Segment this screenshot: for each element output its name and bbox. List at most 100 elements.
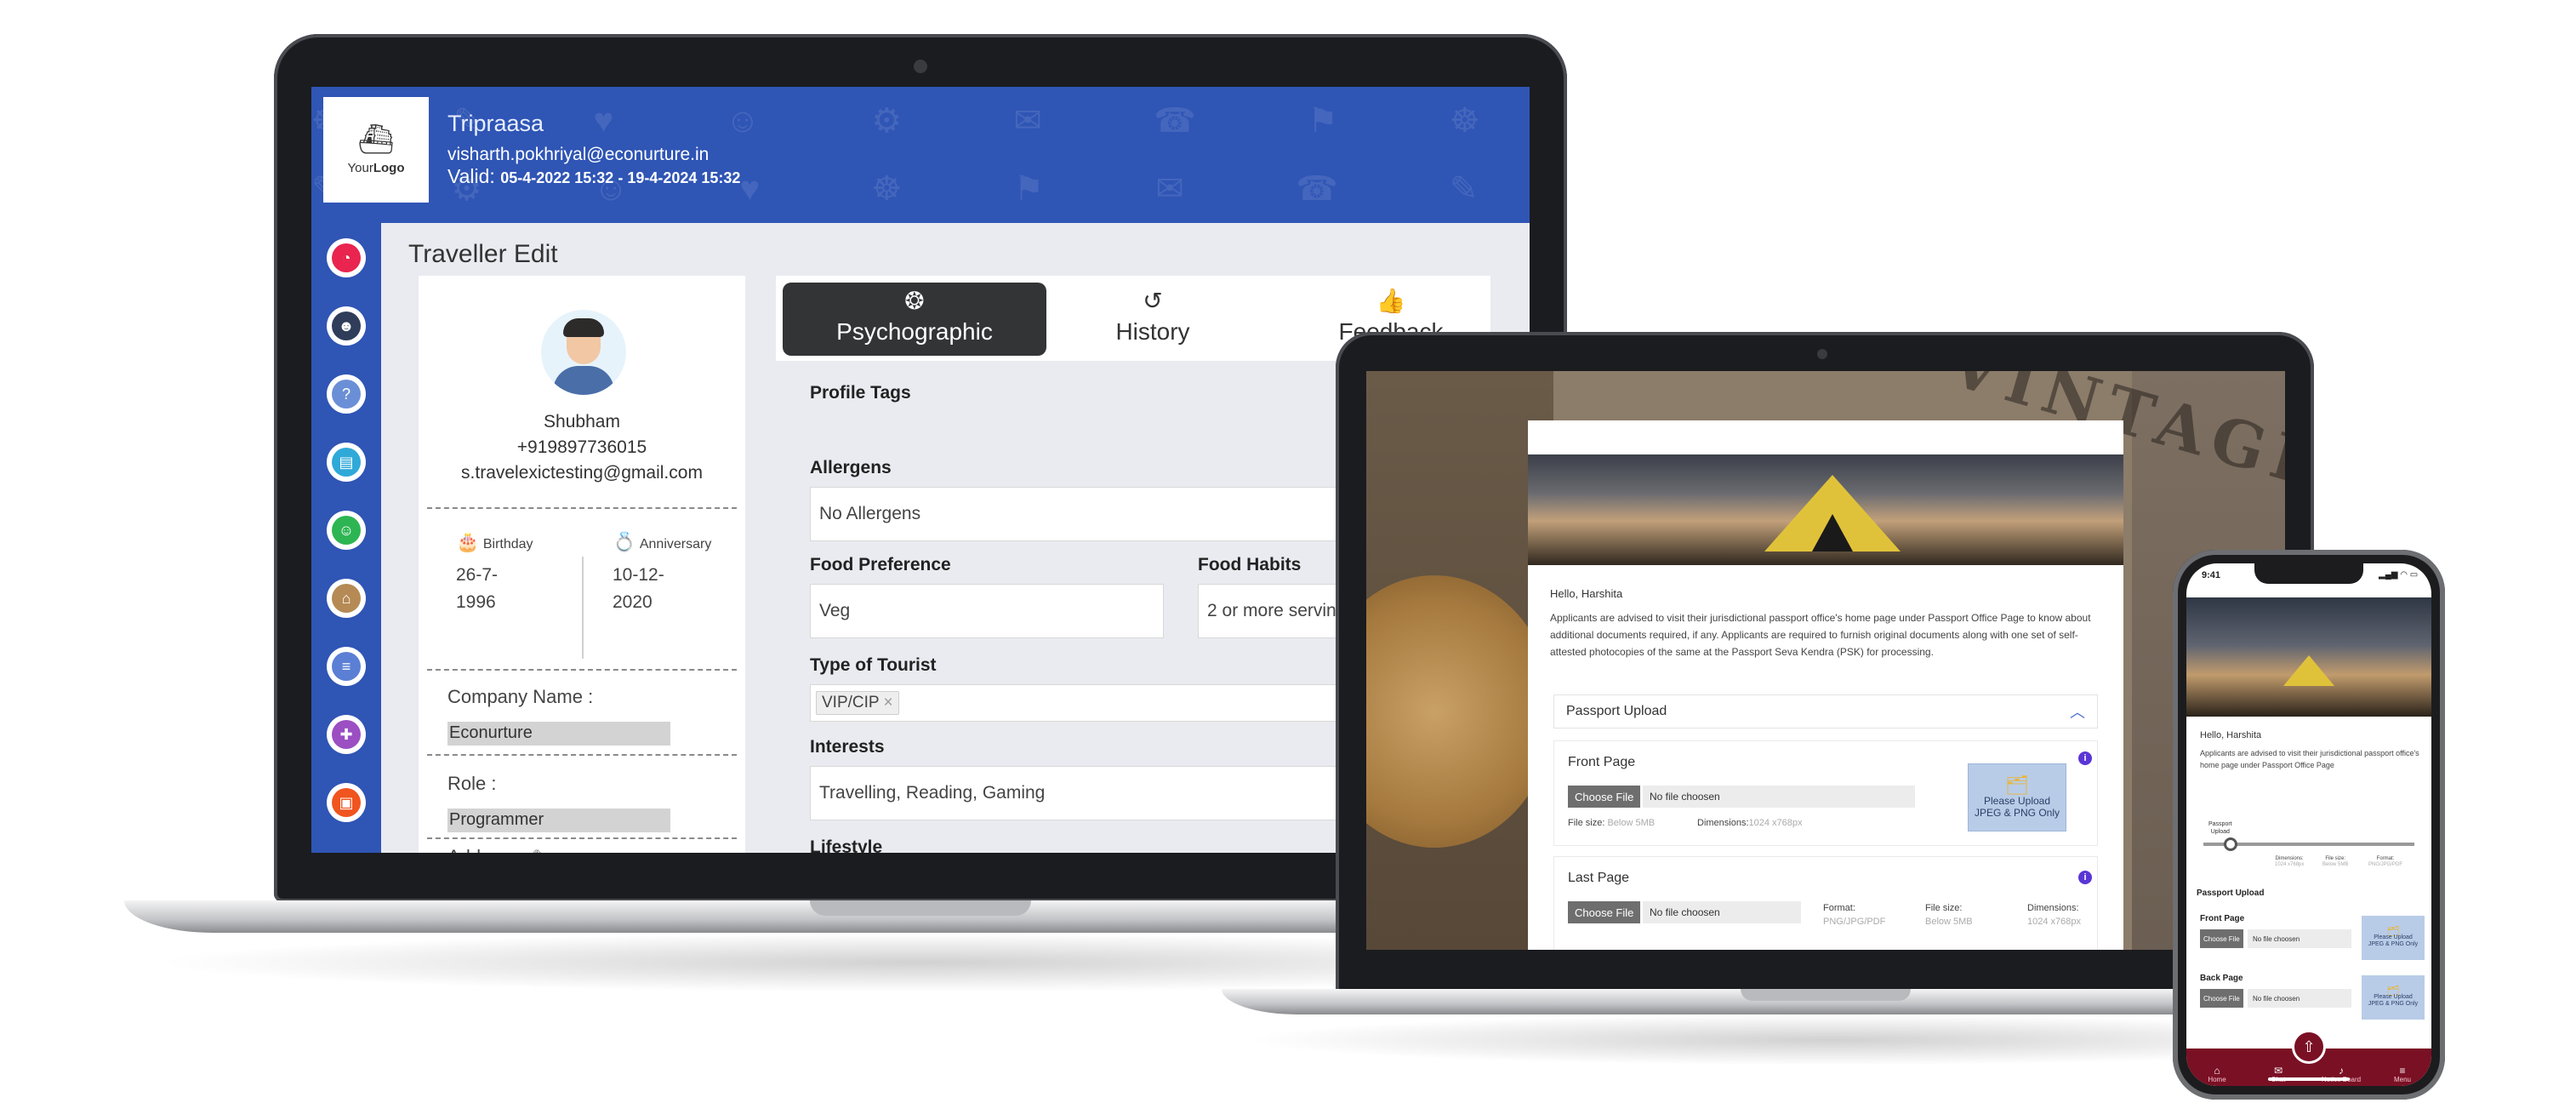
choose-file-button[interactable]: Choose File (2200, 989, 2243, 1008)
luggage-icon[interactable]: ▣ (327, 783, 366, 822)
profile-tags-label: Profile Tags (810, 383, 911, 403)
tab-psychographic[interactable]: ❂ Psychographic (783, 283, 1046, 356)
address-label: Address : ✎ (447, 846, 548, 853)
group-icon[interactable]: ☺ (327, 511, 366, 550)
upload-preview[interactable]: 🗂 Please Upload JPEG & PNG Only (2362, 916, 2425, 960)
laptop-large-notch (810, 900, 1031, 916)
greeting: Hello, Harshita (1550, 587, 1623, 600)
chip-remove-icon[interactable]: × (884, 694, 893, 711)
pencil-icon[interactable]: ✎ (532, 846, 547, 853)
passport-upload-screen: VINTAGE Hello, Harshita Applicants are a… (1366, 371, 2285, 950)
upload-preview[interactable]: 🗂 Please Upload JPEG & PNG Only (1968, 763, 2066, 831)
divider (427, 669, 737, 671)
choose-file-button[interactable]: Choose File (1568, 786, 1641, 808)
list-icon[interactable]: ≡ (327, 647, 366, 686)
anniversary-date-line1: 10-12- (613, 565, 664, 585)
history-icon: ↺ (1143, 288, 1163, 314)
help-icon[interactable]: ? (327, 374, 366, 414)
cake-icon: 🎂 (456, 531, 480, 552)
menu-icon: ≡ (2399, 1065, 2406, 1077)
choose-file-button[interactable]: Choose File (2200, 929, 2243, 948)
progress-knob[interactable] (2224, 837, 2237, 851)
last-page-upload: Last Page Choose File No file choosen Fo… (1553, 856, 2098, 950)
info-icon[interactable]: i (2078, 871, 2092, 884)
interests-label: Interests (810, 737, 885, 757)
front-page-title: Front Page (1568, 755, 1636, 769)
section-title: Passport Upload (2197, 889, 2265, 898)
tourist-type-label: Type of Tourist (810, 655, 937, 675)
anniversary-block: 💍 Anniversary 10-12- 2020 (613, 531, 711, 616)
valid-label: Valid: (447, 165, 495, 187)
user-settings-icon[interactable]: ☻ (327, 306, 366, 346)
divider (427, 507, 737, 509)
home-indicator (2268, 1077, 2350, 1081)
dimensions-meta: Dimensions:1024 x768px (2027, 903, 2081, 927)
choose-file-button[interactable]: Choose File (1568, 901, 1641, 923)
file-name-field: No file choosen (2248, 989, 2351, 1008)
phone-notch (2254, 563, 2363, 584)
front-page-title: Front Page (2200, 914, 2245, 923)
upload-fab-button[interactable]: ⇧ (2292, 1030, 2326, 1064)
upload-preview[interactable]: 🗂 Please Upload JPEG & PNG Only (2362, 975, 2425, 1020)
divider (582, 557, 584, 659)
back-page-title: Back Page (2200, 974, 2243, 983)
passport-icon[interactable]: ▤ (327, 443, 366, 482)
role-label: Role : (447, 773, 497, 794)
folder-icon: 🗂 (2005, 774, 2029, 796)
company-value: Econurture (447, 722, 670, 746)
laptop-camera (914, 60, 927, 73)
info-icon[interactable]: i (2078, 751, 2092, 765)
file-size-meta: File size: Below 5MB (2322, 856, 2349, 867)
hero-image (2186, 597, 2431, 717)
valid-dates: 05-4-2022 15:32 - 19-4-2024 15:32 (500, 169, 741, 186)
agency-title: Tripraasa (447, 111, 544, 136)
logo-text-bold: Logo (373, 160, 405, 175)
food-habits-label: Food Habits (1198, 555, 1302, 574)
front-page-upload: Front Page Choose File No file choosen F… (1553, 740, 2098, 846)
food-preference-label: Food Preference (810, 555, 951, 574)
speedometer-icon[interactable]: ◔ (327, 238, 366, 277)
phone-screen: 9:41 ▂▄▆ ◠ ▭ Hello, Harshita Applicants … (2186, 563, 2431, 1086)
sidebar: ◔ ☻ ? ▤ ☺ ⌂ ≡ ✚ ▣ (311, 223, 381, 853)
hero-image (1528, 454, 2123, 565)
folder-icon: 🗂 (2386, 925, 2400, 937)
step-label: Passport Upload (2208, 821, 2232, 835)
lifestyle-label: Lifestyle (810, 837, 883, 853)
thumbs-up-icon: 👍 (1376, 288, 1406, 314)
gift-icon[interactable]: ✚ (327, 715, 366, 754)
birthday-date-line2: 1996 (456, 592, 496, 612)
folder-icon: 🗂 (2386, 985, 2400, 997)
chevron-up-icon[interactable]: ︿ (2070, 700, 2085, 723)
app-logo[interactable]: ⛴ YourLogo (323, 97, 429, 203)
food-preference-field[interactable]: Veg (810, 584, 1164, 638)
file-name-field: No file choosen (2248, 929, 2351, 948)
hotel-icon[interactable]: ⌂ (327, 579, 366, 618)
user-email: visharth.pokhriyal@econurture.in (447, 145, 710, 164)
profile-card: Shubham +919897736015 s.travelexictestin… (419, 276, 745, 853)
divider (427, 754, 737, 756)
traveller-name: Shubham (544, 412, 620, 431)
validity: Valid: 05-4-2022 15:32 - 19-4-2024 15:32 (447, 165, 740, 188)
laptop-medium-notch (1741, 989, 1911, 1001)
status-time: 9:41 (2202, 570, 2221, 580)
format-meta: Format: PNG/JPG/PDF (1823, 903, 1886, 927)
last-page-title: Last Page (1568, 871, 1630, 885)
home-icon: ⌂ (2214, 1065, 2220, 1077)
role-value: Programmer (447, 809, 670, 832)
file-name-field: No file choosen (1643, 901, 1801, 923)
laptop-camera (1817, 349, 1827, 359)
birthday-label: Birthday (482, 537, 533, 551)
birthday-date-line1: 26-7- (456, 565, 499, 585)
nav-menu[interactable]: ≡ Menu (2375, 1066, 2430, 1083)
nav-home[interactable]: ⌂ Home (2190, 1066, 2244, 1083)
file-size-meta: File size: Below 5MB (1568, 818, 1656, 828)
file-name-field: No file choosen (1643, 786, 1915, 808)
instructions: Applicants are advised to visit their ju… (1550, 612, 2091, 658)
rings-icon: 💍 (613, 531, 636, 552)
brain-icon: ❂ (904, 288, 925, 314)
tab-history[interactable]: ↺ History (1021, 283, 1285, 356)
birthday-block: 🎂 Birthday 26-7- 1996 (456, 531, 533, 616)
bell-icon: ♪ (2339, 1065, 2344, 1077)
traveller-phone: +919897736015 (516, 437, 647, 457)
passport-upload-accordion[interactable]: Passport Upload ︿ (1553, 694, 2098, 729)
